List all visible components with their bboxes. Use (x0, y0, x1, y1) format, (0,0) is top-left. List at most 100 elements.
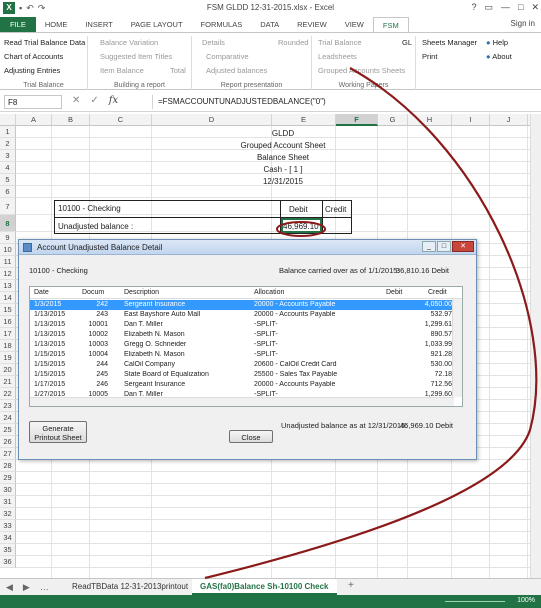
list-vertical-scrollbar[interactable] (452, 299, 462, 397)
sheet-tab-readtbdata[interactable]: ReadTBData 12-31-2013printout (64, 579, 196, 595)
sheet-tab-gas-balance[interactable]: GAS(fa0)Balance Sh-10100 Check (192, 579, 337, 595)
row-header-27[interactable]: 27 (0, 448, 16, 460)
list-horizontal-scrollbar[interactable] (30, 397, 454, 406)
dialog-close-icon[interactable]: ✕ (452, 241, 474, 252)
generate-printout-button[interactable]: Generate Printout Sheet (29, 421, 87, 443)
fx-icon[interactable]: fx (109, 95, 118, 106)
row-header-1[interactable]: 1 (0, 126, 16, 138)
tab-fsm[interactable]: FSM (372, 17, 409, 33)
tab-file[interactable]: FILE (0, 17, 36, 33)
leadsheets-button[interactable]: Leadsheets (318, 52, 357, 61)
dialog-maximize-icon[interactable]: □ (437, 241, 451, 252)
row-header-12[interactable]: 12 (0, 268, 16, 280)
row-header-15[interactable]: 15 (0, 304, 16, 316)
close-icon[interactable]: ✕ (531, 2, 539, 13)
row-header-17[interactable]: 17 (0, 328, 16, 340)
name-box[interactable]: F8 (4, 95, 62, 109)
row-header-22[interactable]: 22 (0, 388, 16, 400)
list-item[interactable]: 1/13/2015 10002 Elizabeth N. Mason -SPLIT- 8… (30, 330, 454, 340)
select-all-corner[interactable] (0, 114, 16, 126)
col-credit[interactable]: Credit (428, 289, 447, 296)
tab-formulas[interactable]: FORMULAS (192, 17, 252, 33)
minimize-icon[interactable]: — (501, 2, 510, 13)
tab-home[interactable]: HOME (36, 17, 77, 33)
formula-input[interactable]: =FSMACCOUNTUNADJUSTEDBALANCE("0") (152, 95, 537, 109)
row-header-5[interactable]: 5 (0, 174, 16, 186)
list-item[interactable]: 1/15/2015 244 CalOil Company 20600 - CalOil… (30, 360, 454, 370)
row-header-16[interactable]: 16 (0, 316, 16, 328)
sheet-more-icon[interactable]: … (40, 582, 49, 593)
row-header-25[interactable]: 25 (0, 424, 16, 436)
column-header-g[interactable]: G (378, 114, 408, 126)
total-button[interactable]: Total (170, 66, 186, 75)
col-description[interactable]: Description (124, 289, 159, 296)
column-header-e[interactable]: E (272, 114, 336, 126)
tab-review[interactable]: REVIEW (288, 17, 336, 33)
column-header-b[interactable]: B (52, 114, 90, 126)
rounded-toggle[interactable]: Rounded (278, 38, 308, 47)
row-header-34[interactable]: 34 (0, 532, 16, 544)
tab-page-layout[interactable]: PAGE LAYOUT (122, 17, 192, 33)
zoom-level[interactable]: 100% (517, 597, 535, 604)
wp-trial-balance-button[interactable]: Trial Balance (318, 38, 362, 47)
row-header-28[interactable]: 28 (0, 460, 16, 472)
add-sheet-button[interactable]: + (340, 579, 362, 595)
tab-insert[interactable]: INSERT (76, 17, 121, 33)
list-item[interactable]: 1/15/2015 10004 Elizabeth N. Mason -SPLIT- 9… (30, 350, 454, 360)
row-header-18[interactable]: 18 (0, 340, 16, 352)
list-item[interactable]: 1/17/2015 246 Sergeant Insurance 20000 - Ac… (30, 380, 454, 390)
help-icon[interactable]: ? (471, 2, 476, 13)
enter-icon[interactable]: ✓ (90, 95, 98, 106)
comparative-toggle[interactable]: Comparative (206, 52, 249, 61)
grouped-accounts-sheets-button[interactable]: Grouped Accounts Sheets (318, 66, 405, 75)
row-header-20[interactable]: 20 (0, 364, 16, 376)
sign-in-link[interactable]: Sign in (511, 19, 535, 28)
col-allocation[interactable]: Allocation (254, 289, 284, 296)
tab-view[interactable]: VIEW (336, 17, 373, 33)
chart-of-accounts-button[interactable]: Chart of Accounts (4, 52, 63, 61)
row-header-21[interactable]: 21 (0, 376, 16, 388)
print-button[interactable]: Print (422, 52, 437, 61)
row-header-7[interactable]: 7 (0, 198, 16, 215)
list-item[interactable]: 1/13/2015 10001 Dan T. Miller -SPLIT- 1,299.… (30, 320, 454, 330)
close-button[interactable]: Close (229, 430, 273, 443)
row-header-14[interactable]: 14 (0, 292, 16, 304)
row-header-4[interactable]: 4 (0, 162, 16, 174)
details-toggle[interactable]: Details (202, 38, 225, 47)
row-header-9[interactable]: 9 (0, 232, 16, 244)
ribbon-display-icon[interactable]: ▭ (485, 2, 494, 13)
column-header-j[interactable]: J (490, 114, 528, 126)
adjusted-balances-dropdown[interactable]: Adjusted balances (206, 66, 267, 75)
read-trial-balance-button[interactable]: Read Trial Balance Data (4, 38, 85, 47)
row-header-36[interactable]: 36 (0, 556, 16, 568)
row-header-3[interactable]: 3 (0, 150, 16, 162)
column-header-a[interactable]: A (16, 114, 52, 126)
item-balance-button[interactable]: Item Balance (100, 66, 144, 75)
row-header-8[interactable]: 8 (0, 215, 16, 232)
row-header-29[interactable]: 29 (0, 472, 16, 484)
adjusting-entries-button[interactable]: Adjusting Entries (4, 66, 60, 75)
sheet-prev-icon[interactable]: ◀ (6, 582, 13, 593)
col-debit[interactable]: Debit (386, 289, 402, 296)
list-item[interactable]: 1/15/2015 245 State Board of Equalization 2… (30, 370, 454, 380)
sheets-manager-button[interactable]: Sheets Manager (422, 38, 477, 47)
cancel-icon[interactable]: ✕ (72, 95, 80, 106)
column-header-i[interactable]: I (452, 114, 490, 126)
row-header-32[interactable]: 32 (0, 508, 16, 520)
row-header-13[interactable]: 13 (0, 280, 16, 292)
sheet-next-icon[interactable]: ▶ (23, 582, 30, 593)
column-header-c[interactable]: C (90, 114, 152, 126)
tab-data[interactable]: DATA (251, 17, 288, 33)
transactions-list[interactable]: Date Docum Description Allocation Debit … (29, 286, 463, 407)
help-button[interactable]: ● Help (486, 38, 508, 47)
col-date[interactable]: Date (34, 289, 49, 296)
column-header-d[interactable]: D (152, 114, 272, 126)
row-header-11[interactable]: 11 (0, 256, 16, 268)
list-item[interactable]: 1/13/2015 10003 Gregg O. Schneider -SPLIT- 1… (30, 340, 454, 350)
zoom-slider[interactable] (445, 601, 505, 602)
row-header-26[interactable]: 26 (0, 436, 16, 448)
row-header-19[interactable]: 19 (0, 352, 16, 364)
about-button[interactable]: ● About (486, 52, 512, 61)
maximize-icon[interactable]: □ (518, 2, 523, 13)
col-docum[interactable]: Docum (82, 289, 104, 296)
